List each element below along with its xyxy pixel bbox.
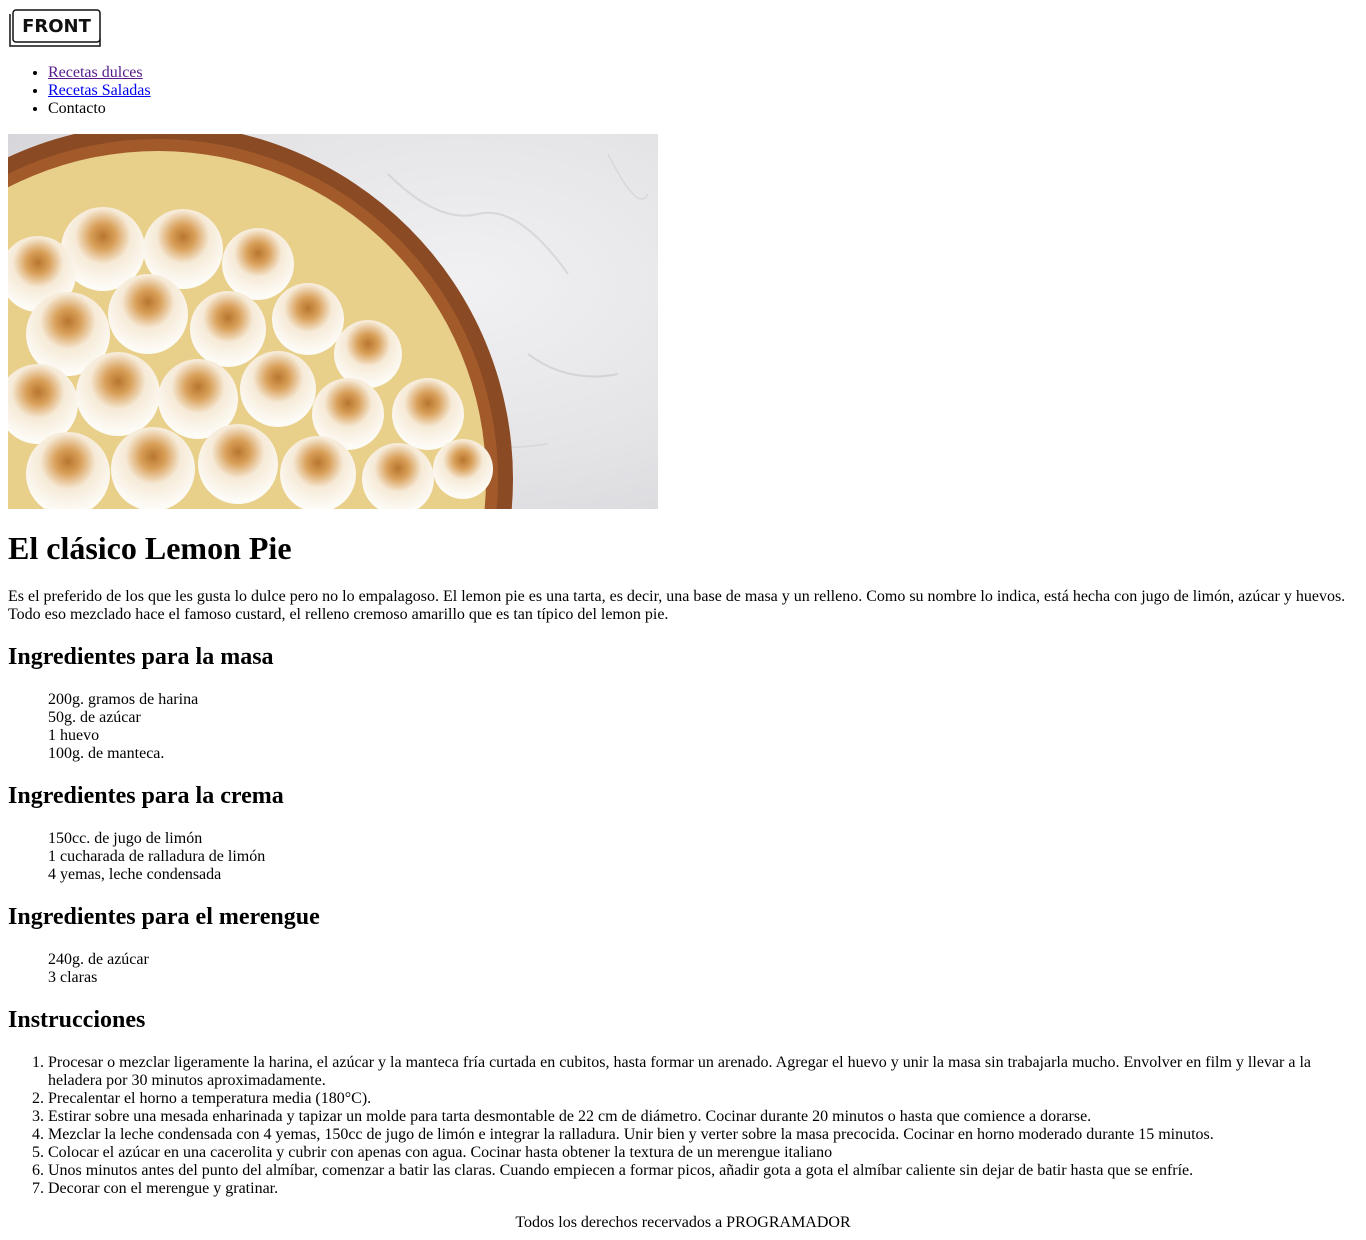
- ingredient-item: 3 claras: [48, 969, 98, 986]
- ingredient-item: 50g. de azúcar: [48, 709, 141, 726]
- section-heading-masa: Ingredientes para la masa: [8, 644, 274, 670]
- nav-link-recetas-saladas[interactable]: Recetas Saladas: [48, 82, 151, 99]
- ingredient-item: 150cc. de jugo de limón: [48, 830, 203, 847]
- instruction-step: Estirar sobre una mesada enharinada y ta…: [48, 1108, 1358, 1126]
- nav-link-recetas-dulces[interactable]: Recetas dulces: [48, 64, 143, 81]
- nav-item-recetas-dulces: Recetas dulces: [48, 64, 1358, 82]
- ingredient-item: 1 cucharada de ralladura de limón: [48, 848, 266, 865]
- page: FRONT Recetas dulces Recetas Saladas Con…: [0, 0, 1366, 1240]
- recipe-title: El clásico Lemon Pie: [8, 530, 292, 566]
- ingredient-item: 100g. de manteca.: [48, 745, 165, 762]
- instruction-step: Mezclar la leche condensada con 4 yemas,…: [48, 1126, 1358, 1144]
- front-logo[interactable]: FRONT: [8, 8, 102, 48]
- recipe-intro: Es el preferido de los que les gusta lo …: [8, 588, 1346, 623]
- instruction-step: Unos minutos antes del punto del almíbar…: [48, 1162, 1358, 1180]
- section-masa: Ingredientes para la masa 200g. gramos d…: [8, 643, 1358, 763]
- ingredient-item: 240g. de azúcar: [48, 951, 149, 968]
- ingredient-item: 4 yemas, leche condensada: [48, 866, 222, 883]
- section-instrucciones: Instrucciones Procesar o mezclar ligeram…: [8, 1006, 1358, 1198]
- ingredient-list-masa: 200g. gramos de harina 50g. de azúcar 1 …: [8, 691, 1358, 763]
- instruction-step: Precalentar el horno a temperatura media…: [48, 1090, 1358, 1108]
- section-crema: Ingredientes para la crema 150cc. de jug…: [8, 782, 1358, 884]
- lemon-pie-photo: [8, 134, 658, 509]
- instruction-step: Procesar o mezclar ligeramente la harina…: [48, 1054, 1358, 1090]
- section-heading-instrucciones: Instrucciones: [8, 1007, 146, 1033]
- section-merengue: Ingredientes para el merengue 240g. de a…: [8, 903, 1358, 987]
- nav-item-contacto: Contacto: [48, 100, 1358, 118]
- instruction-step: Colocar el azúcar en una cacerolita y cu…: [48, 1144, 1358, 1162]
- ingredient-list-crema: 150cc. de jugo de limón 1 cucharada de r…: [8, 830, 1358, 884]
- instruction-steps: Procesar o mezclar ligeramente la harina…: [8, 1054, 1358, 1198]
- ingredient-item: 200g. gramos de harina: [48, 691, 199, 708]
- section-heading-merengue: Ingredientes para el merengue: [8, 904, 320, 930]
- recipe-article: El clásico Lemon Pie Es el preferido de …: [8, 530, 1358, 1198]
- section-heading-crema: Ingredientes para la crema: [8, 783, 284, 809]
- main-nav: Recetas dulces Recetas Saladas Contacto: [8, 64, 1358, 118]
- ingredient-item: 1 huevo: [48, 727, 100, 744]
- instruction-step: Decorar con el merengue y gratinar.: [48, 1180, 1358, 1198]
- nav-item-recetas-saladas: Recetas Saladas: [48, 82, 1358, 100]
- site-footer: Todos los derechos recervados a PROGRAMA…: [515, 1214, 851, 1231]
- ingredient-list-merengue: 240g. de azúcar 3 claras: [8, 951, 1358, 987]
- site-header: FRONT: [8, 8, 1358, 48]
- logo-text: FRONT: [22, 16, 92, 37]
